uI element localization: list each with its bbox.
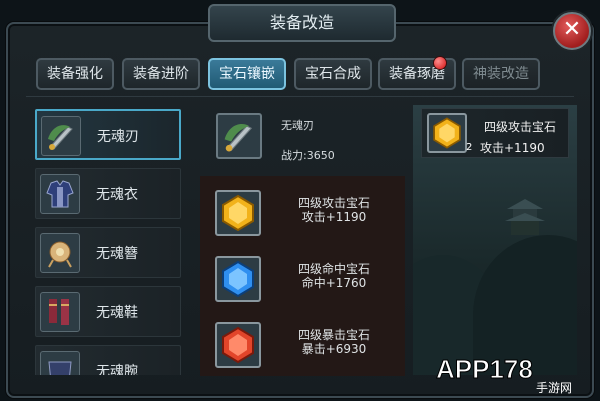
svg-text:APP178: APP178: [436, 354, 533, 384]
svg-text:手游网: 手游网: [536, 381, 572, 395]
gem-slot[interactable]: 四级攻击宝石 攻击+1190: [200, 178, 405, 242]
window-title: 装备改造: [208, 4, 396, 42]
gem-name: 四级攻击宝石: [484, 120, 557, 134]
armor-icon: [40, 174, 80, 214]
tab-equip-enhance[interactable]: 装备强化: [36, 58, 114, 90]
equipment-name: 无魂鞋: [96, 305, 138, 321]
notification-badge: [433, 56, 447, 70]
red-gem-icon[interactable]: [215, 322, 261, 368]
list-item[interactable]: 无魂簪: [35, 227, 181, 278]
blue-gem-icon[interactable]: [215, 256, 261, 302]
list-item[interactable]: 无魂鞋: [35, 286, 181, 337]
sword-icon: [41, 116, 81, 156]
gem-stat: 攻击+1190: [301, 210, 367, 224]
gem-stat: 攻击+1190: [480, 141, 545, 155]
equipment-name: 无魂衣: [96, 187, 138, 203]
list-item[interactable]: 无魂腕: [35, 345, 181, 375]
tab-equip-advance[interactable]: 装备进阶: [122, 58, 200, 90]
divider: [26, 96, 574, 97]
equipment-name: 无魂刃: [281, 119, 314, 132]
gem-slot-list: 四级攻击宝石 攻击+1190 四级命中宝石 命中+1760 四级暴击宝石 暴击+…: [200, 176, 405, 376]
tab-gem-combine[interactable]: 宝石合成: [294, 58, 372, 90]
tab-divine-remake[interactable]: 神装改造: [462, 58, 540, 90]
item-count: 2: [466, 142, 473, 153]
inventory-gem[interactable]: 2 四级攻击宝石 攻击+1190: [421, 108, 569, 158]
equipment-name: 无魂刃: [97, 129, 139, 145]
gem-slot[interactable]: 四级命中宝石 命中+1760: [200, 244, 405, 308]
close-icon: ✕: [562, 17, 582, 42]
combat-power: 战力:3650: [281, 149, 335, 162]
hairpin-icon: [40, 233, 80, 273]
list-item[interactable]: 无魂衣: [35, 168, 181, 219]
gem-slot[interactable]: 四级暴击宝石 暴击+6930: [200, 310, 405, 374]
equipment-name: 无魂簪: [96, 246, 138, 262]
gem-stat: 暴击+6930: [301, 342, 367, 356]
bracer-icon: [40, 351, 80, 375]
gem-stat: 命中+1760: [301, 276, 367, 290]
pagoda-icon: [505, 199, 545, 235]
watermark: APP178 手游网: [436, 344, 596, 396]
boots-icon: [40, 292, 80, 332]
list-item[interactable]: 无魂刃: [35, 109, 181, 160]
selected-equipment-panel: 无魂刃 战力:3650: [200, 105, 405, 173]
tab-gem-inlay[interactable]: 宝石镶嵌: [208, 58, 286, 90]
equipment-name: 无魂腕: [96, 364, 138, 375]
equipment-list[interactable]: 无魂刃 无魂衣 无魂簪 无魂鞋 无魂腕: [30, 105, 190, 375]
app178-logo: APP178 手游网: [436, 354, 573, 396]
yellow-gem-icon[interactable]: [427, 113, 467, 153]
close-button[interactable]: ✕: [553, 12, 591, 50]
yellow-gem-icon[interactable]: [215, 190, 261, 236]
sword-icon[interactable]: [216, 113, 262, 159]
